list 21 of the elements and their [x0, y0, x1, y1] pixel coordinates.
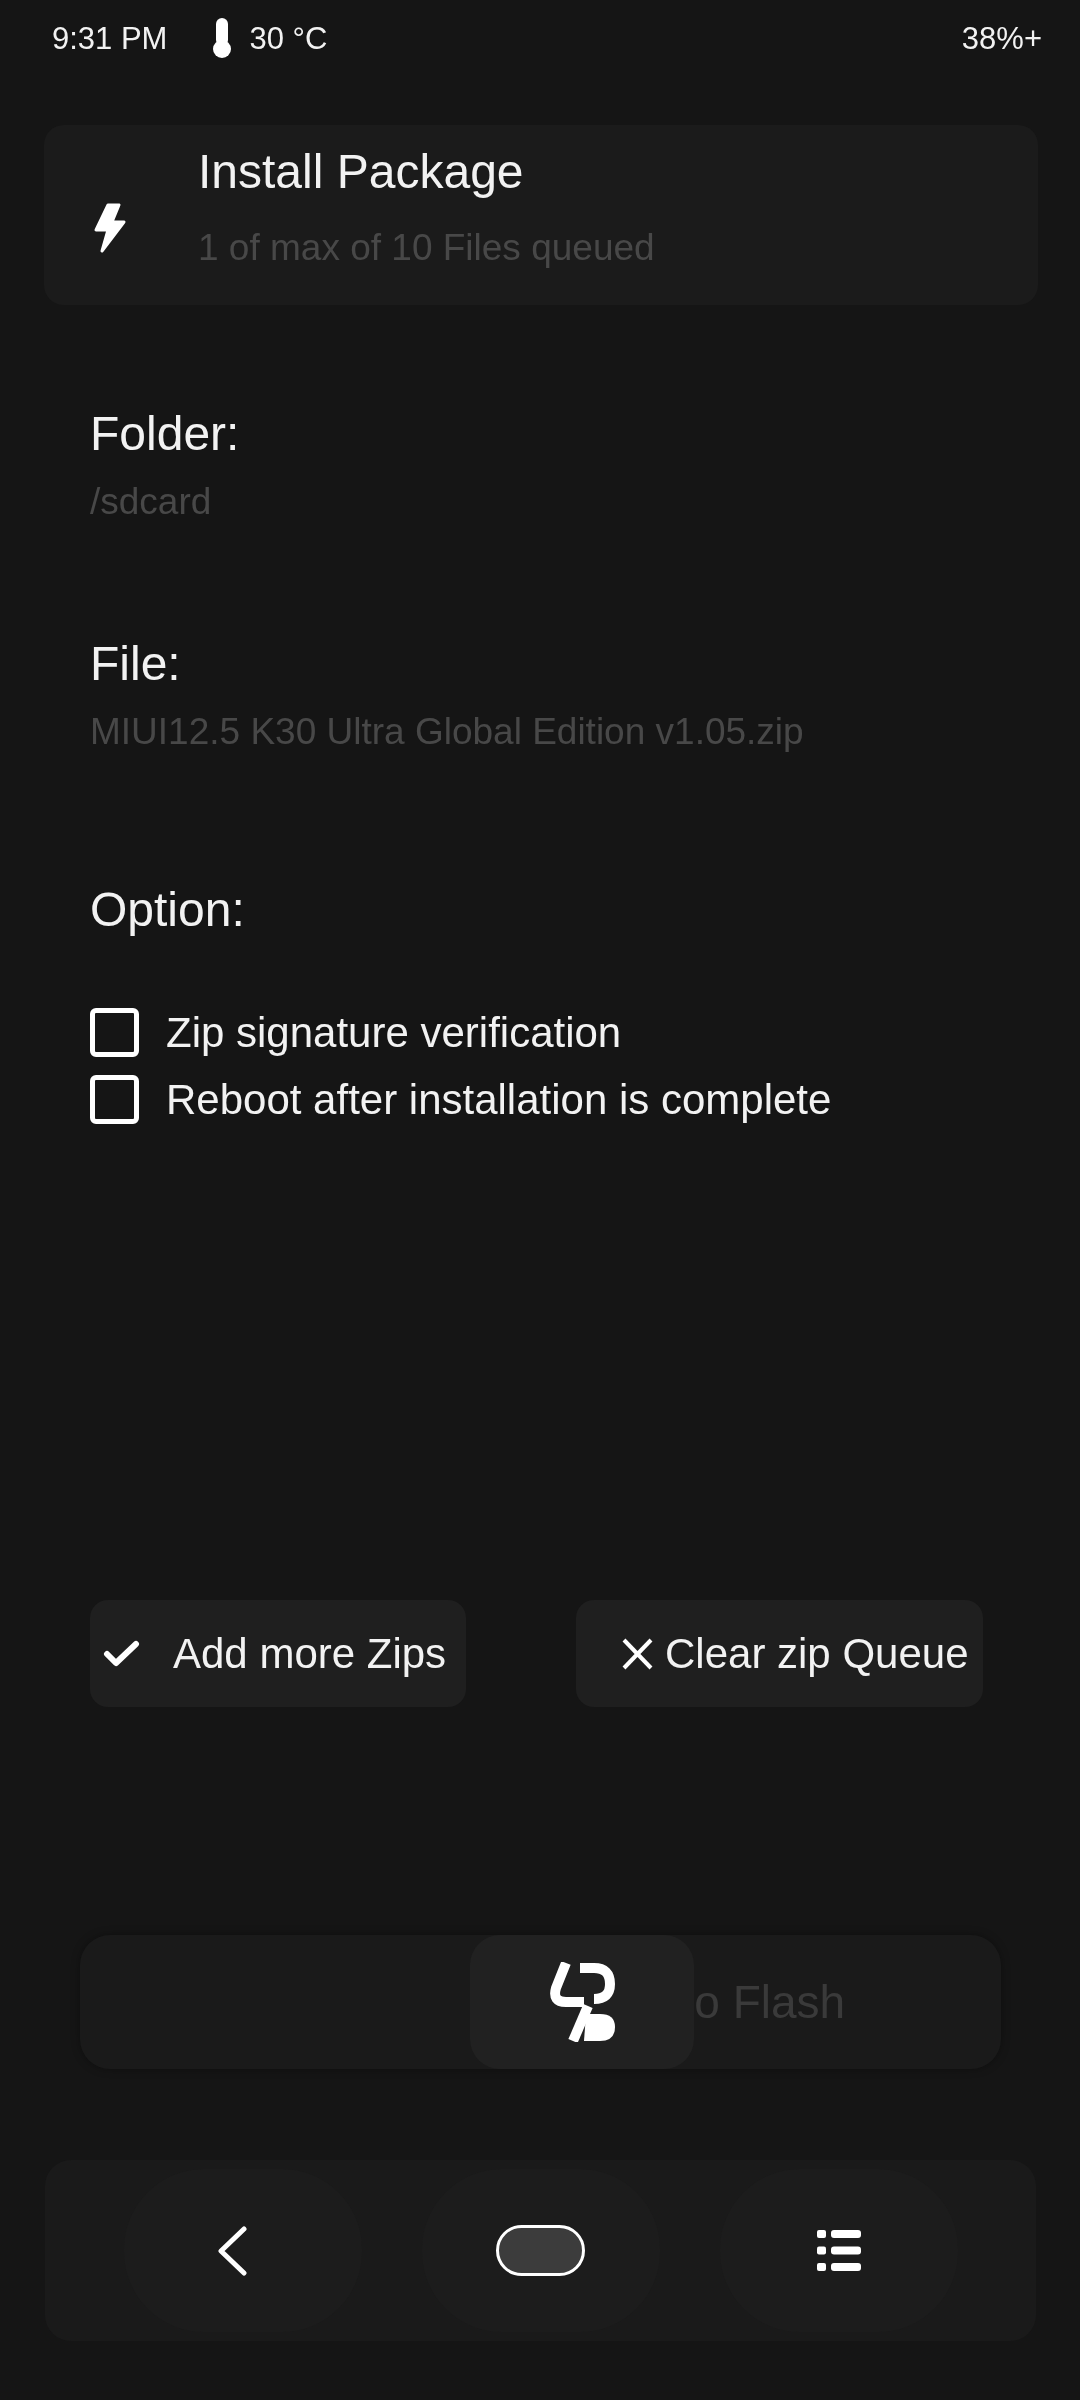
field-label: Folder: — [90, 410, 240, 458]
slider-thumb[interactable] — [470, 1935, 695, 2069]
add-zips-button[interactable]: Add more Zips — [90, 1600, 466, 1707]
check-icon — [103, 1639, 140, 1668]
close-icon — [622, 1637, 653, 1670]
logo-icon — [548, 1962, 617, 2042]
page-title: Install Package — [198, 148, 524, 196]
status-time: 9:31 PM — [52, 22, 168, 54]
status-temperature: 30 °C — [249, 22, 328, 54]
clear-queue-button[interactable]: Clear zip Queue — [576, 1600, 983, 1707]
field-label: File: — [90, 640, 181, 688]
pill-icon — [496, 2225, 585, 2276]
back-icon — [216, 2225, 247, 2276]
checkbox[interactable] — [90, 1075, 139, 1124]
checkbox[interactable] — [90, 1008, 139, 1057]
battery-level: 38%+ — [961, 22, 1042, 54]
checkbox-label[interactable]: Reboot after installation is complete — [166, 1078, 832, 1121]
list-icon — [816, 2230, 861, 2271]
checkbox-label[interactable]: Zip signature verification — [166, 1011, 622, 1054]
options-heading: Option: — [90, 886, 245, 934]
lightning-bolt-icon — [93, 203, 127, 253]
